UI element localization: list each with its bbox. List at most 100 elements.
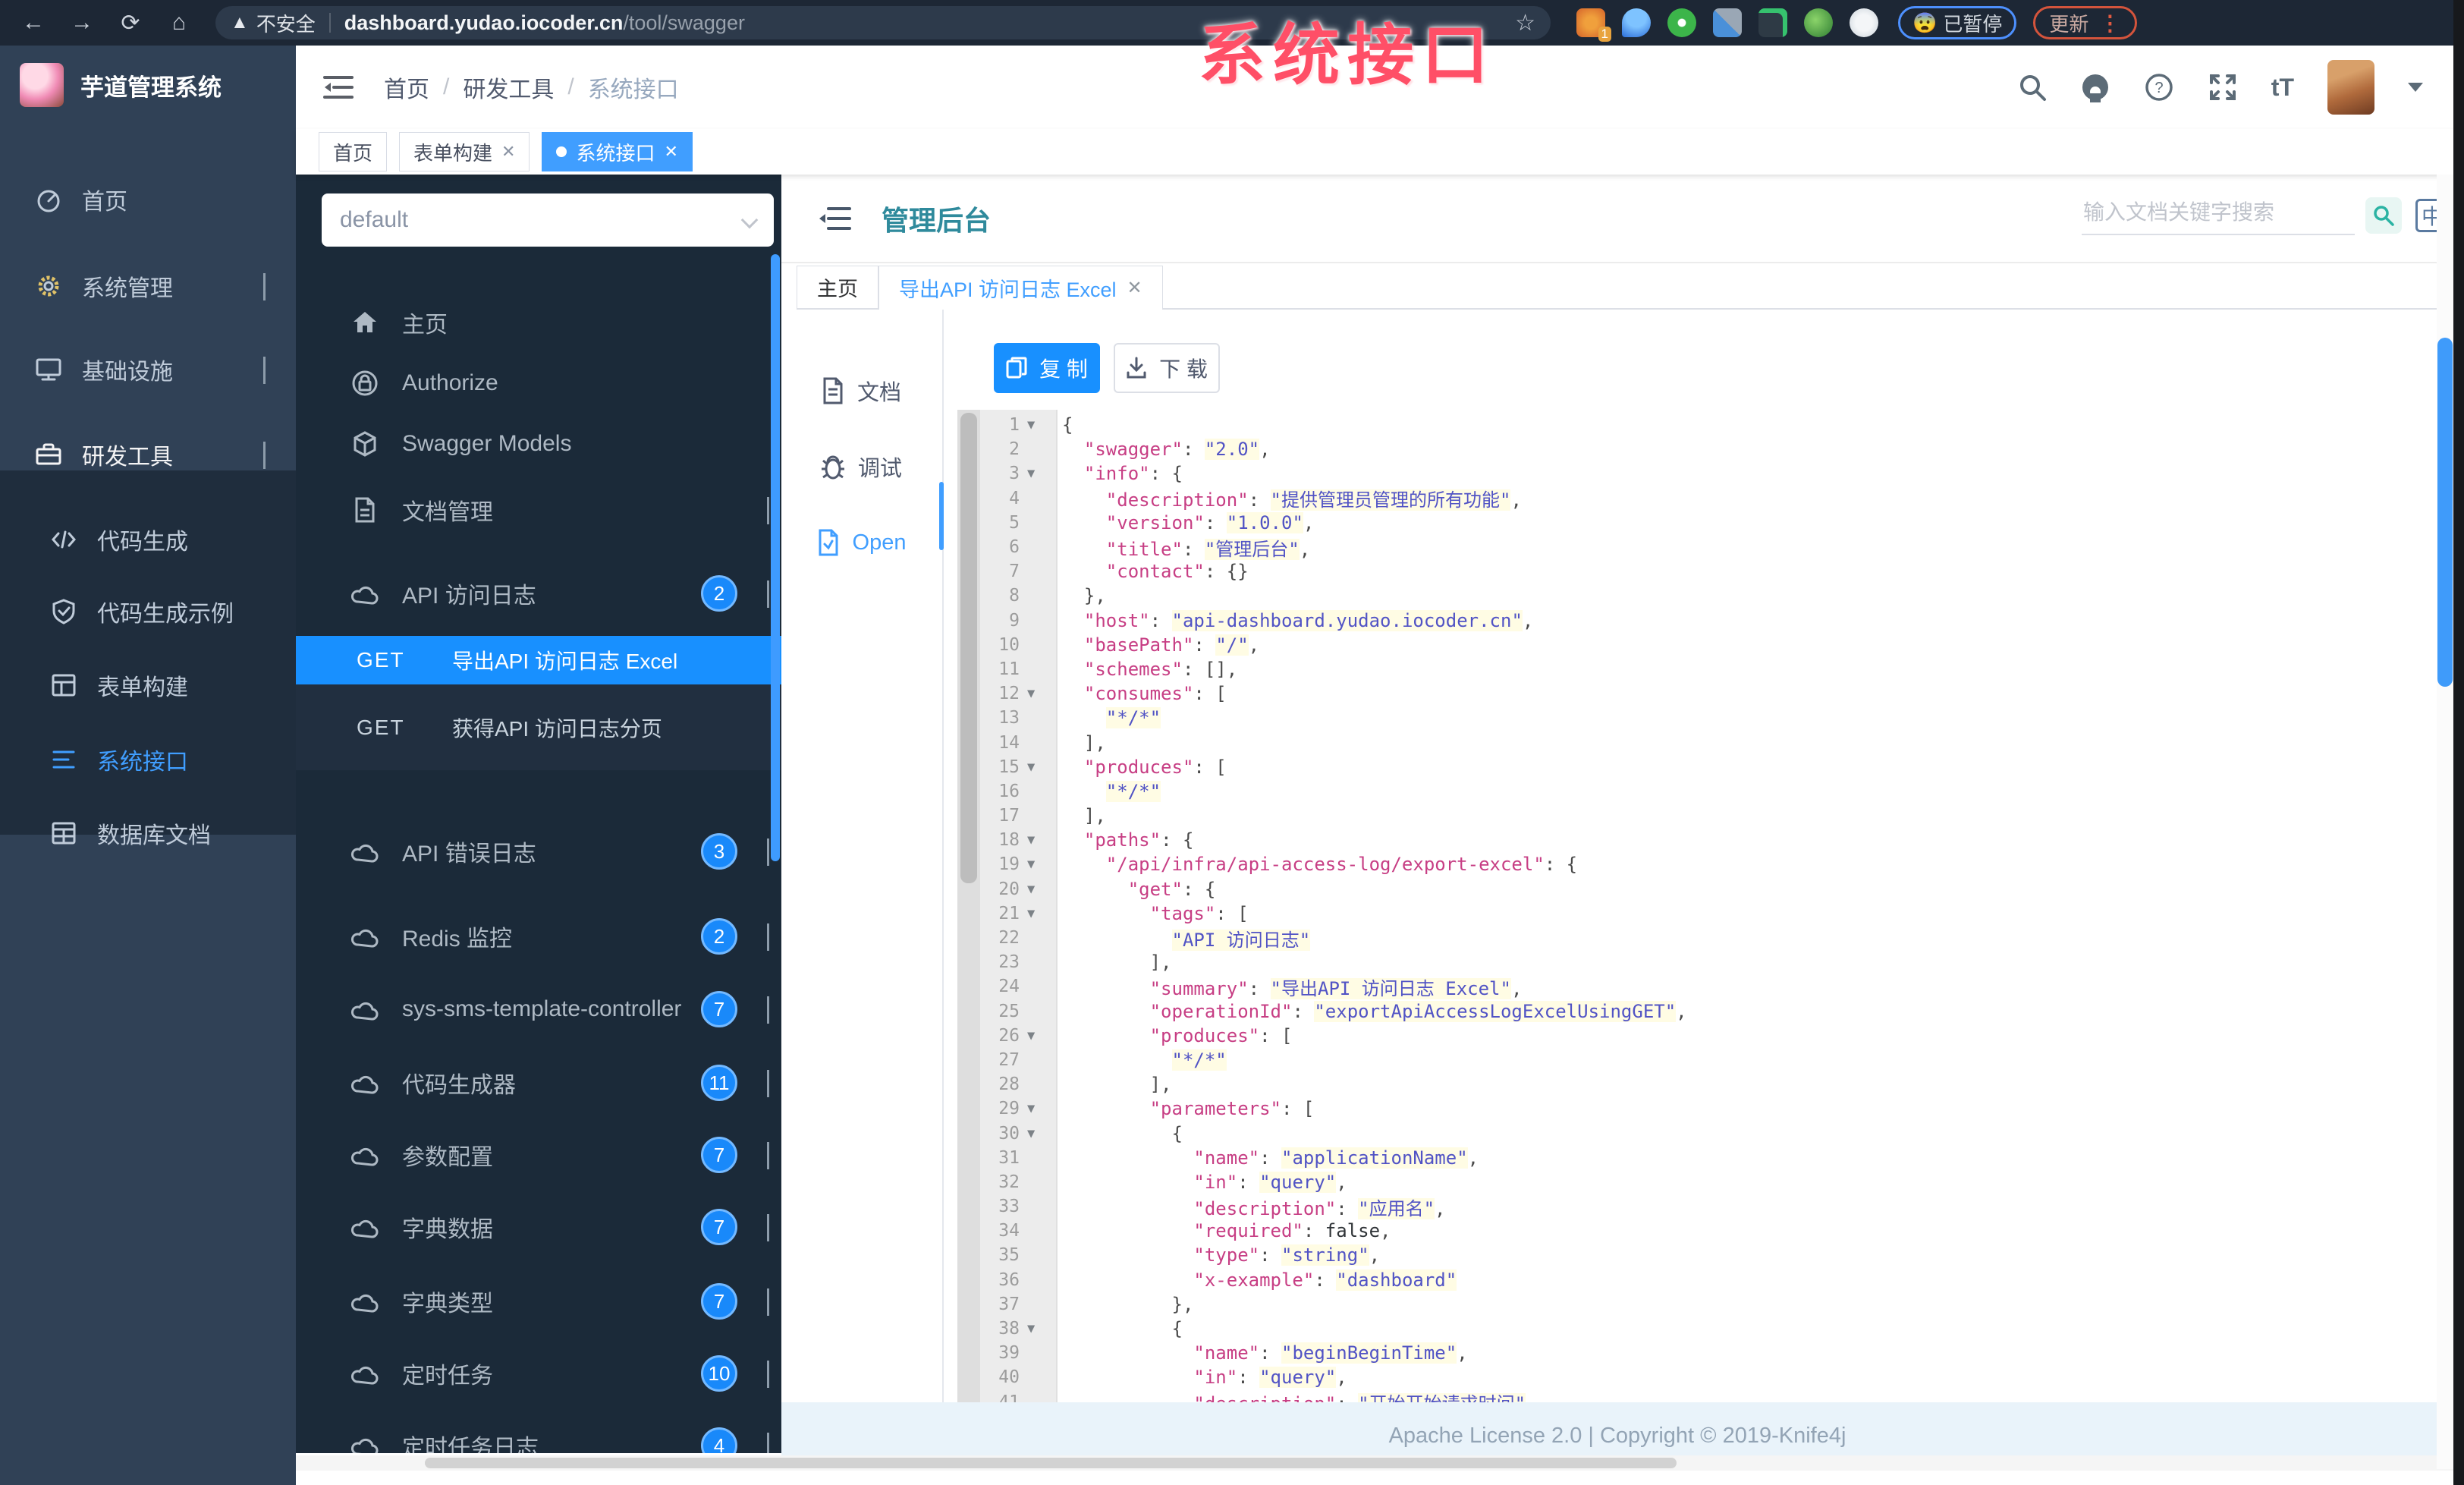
user-avatar[interactable]	[2327, 60, 2374, 115]
extension-icon[interactable]	[1667, 8, 1696, 37]
sidebar-item-2[interactable]: 基础设施	[0, 335, 296, 404]
fullscreen-icon[interactable]	[2208, 72, 2238, 102]
swagger-group-字典数据[interactable]: 字典数据 7	[296, 1194, 781, 1260]
swagger-group-字典类型[interactable]: 字典类型 7	[296, 1269, 781, 1334]
browser-forward-icon[interactable]: →	[67, 8, 97, 38]
extension-icon[interactable]	[1713, 8, 1742, 37]
fold-toggle-icon[interactable]: ▼	[1026, 832, 1051, 848]
browser-reload-icon[interactable]: ⟳	[115, 8, 146, 38]
extension-icon[interactable]: 1	[1576, 8, 1611, 42]
code-line: 16 "*/*"	[980, 779, 1687, 804]
breadcrumb-item[interactable]: 首页	[384, 71, 429, 104]
swagger-group-参数配置[interactable]: 参数配置 7	[296, 1122, 781, 1188]
sidebar-subitem-数据库文档[interactable]: 数据库文档	[0, 798, 296, 868]
list-icon	[50, 746, 77, 773]
fold-toggle-icon[interactable]: ▼	[1026, 906, 1051, 921]
api-operation-row[interactable]: GET 导出API 访问日志 Excel	[296, 636, 781, 684]
copy-button[interactable]: 复 制	[994, 343, 1100, 393]
sidebar-subitem-系统接口[interactable]: 系统接口	[0, 725, 296, 794]
api-group-select[interactable]: default	[322, 193, 774, 247]
extension-icon[interactable]	[1804, 8, 1833, 37]
active-dot	[556, 146, 567, 157]
swagger-item-Swagger Models[interactable]: Swagger Models	[296, 411, 781, 477]
doc-side-tab-Open[interactable]: Open	[781, 516, 941, 569]
doc-tab-主页[interactable]: 主页	[797, 266, 878, 308]
swagger-sidebar-scrollbar[interactable]	[771, 254, 780, 861]
fold-toggle-icon[interactable]: ▼	[1026, 882, 1051, 897]
cloud-icon	[350, 1287, 379, 1316]
tags-view-tab[interactable]: 表单构建 ✕	[399, 132, 530, 171]
address-bar[interactable]: ▲ 不安全 dashboard.yudao.iocoder.cn/tool/sw…	[215, 6, 1551, 39]
help-icon[interactable]: ?	[2144, 72, 2174, 102]
browser-menu-icon[interactable]: ⋮	[2099, 11, 2121, 36]
sidebar-item-home[interactable]: 首页	[0, 165, 296, 234]
extension-icon[interactable]	[1622, 8, 1651, 37]
horizontal-scrollbar-thumb[interactable]	[425, 1458, 1677, 1468]
breadcrumb-item[interactable]: 研发工具	[463, 71, 554, 104]
swagger-group-定时任务日志[interactable]: 定时任务日志 4	[296, 1413, 781, 1453]
github-icon[interactable]	[2080, 72, 2110, 102]
line-number: 27	[998, 1049, 1020, 1070]
editor-scrollbar[interactable]	[957, 410, 980, 1402]
font-size-icon[interactable]: tT	[2271, 74, 2294, 102]
tags-view-tab[interactable]: 系统接口 ✕	[542, 132, 693, 171]
sidebar-subitem-代码生成[interactable]: 代码生成	[0, 505, 296, 574]
download-button[interactable]: 下 载	[1114, 343, 1220, 393]
fold-toggle-icon[interactable]: ▼	[1026, 1126, 1051, 1141]
line-number: 10	[998, 634, 1020, 655]
sidebar-item-3[interactable]: 研发工具	[0, 420, 296, 489]
swagger-group-API 错误日志[interactable]: API 错误日志 3	[296, 819, 781, 884]
sidebar-subitem-代码生成示例[interactable]: 代码生成示例	[0, 577, 296, 647]
close-icon[interactable]: ✕	[664, 142, 677, 162]
horizontal-scrollbar[interactable]	[296, 1455, 2453, 1471]
profile-paused-pill[interactable]: 😨 已暂停	[1898, 6, 2017, 39]
bookmark-star-icon[interactable]: ☆	[1515, 10, 1535, 36]
sidebar-fold-icon[interactable]	[323, 74, 354, 100]
swagger-item-主页[interactable]: 主页	[296, 290, 781, 355]
browser-update-button[interactable]: 更新 ⋮	[2033, 6, 2138, 39]
vertical-scrollbar-thumb[interactable]	[2437, 338, 2453, 687]
fold-toggle-icon[interactable]: ▼	[1026, 1028, 1051, 1043]
doc-side-tab-调试[interactable]: 调试	[781, 440, 941, 493]
doc-tab-导出API 访问日志 Excel[interactable]: 导出API 访问日志 Excel ✕	[878, 266, 1163, 310]
browser-back-icon[interactable]: ←	[18, 8, 49, 38]
sidebar-subitem-label: 表单构建	[97, 675, 188, 700]
fold-toggle-icon[interactable]: ▼	[1026, 857, 1051, 872]
code-text: "description": "应用名",	[1193, 1197, 1446, 1219]
swagger-item-API 访问日志[interactable]: API 访问日志 2	[296, 561, 781, 626]
doc-search-icon[interactable]	[2365, 197, 2402, 234]
fold-toggle-icon[interactable]: ▼	[1026, 1101, 1051, 1116]
fold-toggle-icon[interactable]: ▼	[1026, 466, 1051, 481]
fold-toggle-icon[interactable]: ▼	[1026, 686, 1051, 701]
close-icon[interactable]: ✕	[501, 142, 515, 162]
browser-home-icon[interactable]: ⌂	[164, 8, 194, 38]
user-menu-caret-icon[interactable]	[2408, 83, 2423, 92]
doc-side-tab-文档[interactable]: 文档	[781, 364, 941, 417]
swagger-group-sys-sms-template-controller[interactable]: sys-sms-template-controller 7	[296, 977, 781, 1042]
extension-icon[interactable]	[1758, 8, 1787, 37]
code-line: 35 "type": "string",	[980, 1243, 1687, 1267]
tags-view-tab[interactable]: 首页	[319, 132, 388, 171]
swagger-group-代码生成器[interactable]: 代码生成器 11	[296, 1050, 781, 1115]
search-icon[interactable]	[2018, 73, 2047, 102]
sidebar-item-1[interactable]: 系统管理	[0, 251, 296, 321]
swagger-item-Authorize[interactable]: Authorize	[296, 351, 781, 416]
code-text: "contact": {}	[1105, 561, 1249, 583]
api-operation-row[interactable]: GET 获得API 访问日志分页	[296, 684, 781, 770]
menu-collapse-icon[interactable]	[818, 205, 851, 232]
sidebar-subitem-表单构建[interactable]: 表单构建	[0, 650, 296, 720]
code-line: 39 "name": "beginBeginTime",	[980, 1341, 1687, 1365]
fold-toggle-icon[interactable]: ▼	[1026, 1321, 1051, 1336]
swagger-item-文档管理[interactable]: 文档管理	[296, 477, 781, 543]
swagger-group-Redis 监控[interactable]: Redis 监控 2	[296, 904, 781, 969]
fold-toggle-icon[interactable]: ▼	[1026, 417, 1051, 433]
doc-search-input[interactable]	[2082, 196, 2355, 235]
fold-toggle-icon[interactable]: ▼	[1026, 760, 1051, 775]
swagger-group-定时任务[interactable]: 定时任务 10	[296, 1341, 781, 1406]
security-label[interactable]: 不安全	[256, 9, 316, 37]
editor-scrollbar-thumb[interactable]	[960, 413, 977, 883]
close-icon[interactable]: ✕	[1127, 277, 1142, 299]
json-code-editor[interactable]: 1 ▼{2 "swagger": "2.0", 3 ▼ "info": {4 "des…	[957, 410, 2453, 1402]
code-line: 3 ▼ "info": {	[980, 461, 1687, 486]
extension-icon[interactable]	[1850, 8, 1878, 37]
